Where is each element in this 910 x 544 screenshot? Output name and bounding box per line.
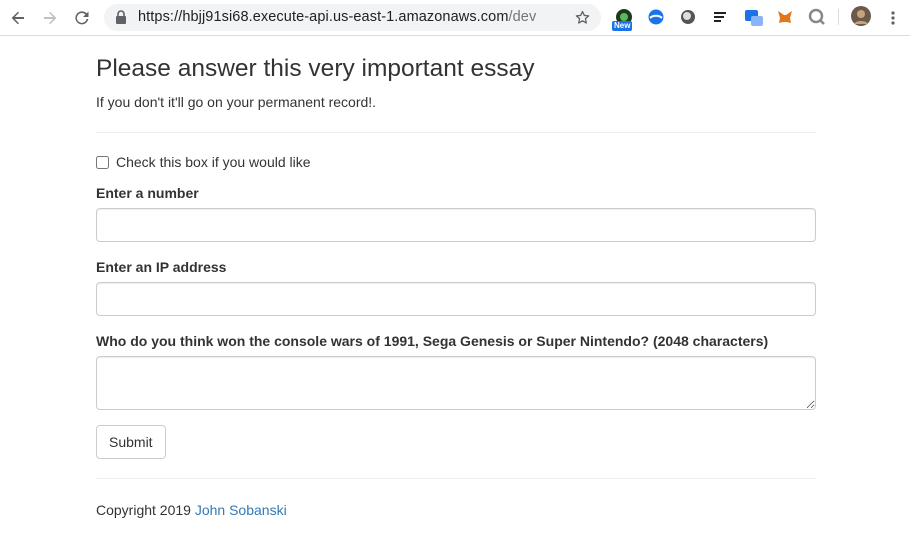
essay-textarea[interactable] xyxy=(96,356,816,410)
checkbox-label: Check this box if you would like xyxy=(116,154,311,170)
forward-button[interactable] xyxy=(38,6,62,30)
page-title: Please answer this very important essay xyxy=(96,55,535,82)
menu-button[interactable] xyxy=(881,6,905,30)
opt-in-checkbox[interactable] xyxy=(96,155,109,169)
profile-avatar[interactable] xyxy=(851,6,871,26)
page-lead: If you don't it'll go on your permanent … xyxy=(96,94,377,110)
arrow-left-icon xyxy=(11,11,24,25)
address-bar[interactable]: https://hbjj91si68.execute-api.us-east-1… xyxy=(104,4,601,31)
translate-extension-icon[interactable] xyxy=(744,8,763,26)
ip-input[interactable] xyxy=(96,282,816,316)
arrow-right-icon xyxy=(44,11,57,25)
url-host: https://hbjj91si68.execute-api.us-east-1… xyxy=(138,9,509,25)
ie-tab-icon[interactable] xyxy=(647,8,665,26)
toolbar-divider xyxy=(838,9,839,25)
url-text: https://hbjj91si68.execute-api.us-east-1… xyxy=(138,9,536,26)
back-button[interactable] xyxy=(6,6,30,30)
lock-icon xyxy=(116,10,126,24)
number-input[interactable] xyxy=(96,208,816,242)
url-path: /dev xyxy=(508,9,537,25)
reload-button[interactable] xyxy=(70,6,94,30)
ip-label: Enter an IP address xyxy=(96,259,227,275)
author-link[interactable]: John Sobanski xyxy=(195,502,287,518)
footer-divider xyxy=(96,478,816,479)
new-badge: New xyxy=(612,21,633,31)
circle-extension-icon[interactable] xyxy=(679,8,697,26)
more-vert-icon xyxy=(891,11,895,25)
footer: Copyright 2019 John Sobanski xyxy=(96,502,287,518)
checkbox-row[interactable]: Check this box if you would like xyxy=(96,154,311,170)
submit-button[interactable]: Submit xyxy=(96,425,166,459)
copyright-text: Copyright 2019 xyxy=(96,502,195,518)
browser-toolbar: https://hbjj91si68.execute-api.us-east-1… xyxy=(0,0,910,36)
magnifier-extension-icon[interactable] xyxy=(808,8,826,26)
metamask-fox-icon[interactable] xyxy=(776,8,794,26)
number-label: Enter a number xyxy=(96,185,199,201)
notes-extension-icon[interactable] xyxy=(711,8,729,26)
header-divider xyxy=(96,132,816,133)
reload-icon xyxy=(75,11,89,25)
essay-label: Who do you think won the console wars of… xyxy=(96,333,769,349)
star-icon[interactable] xyxy=(574,9,591,26)
